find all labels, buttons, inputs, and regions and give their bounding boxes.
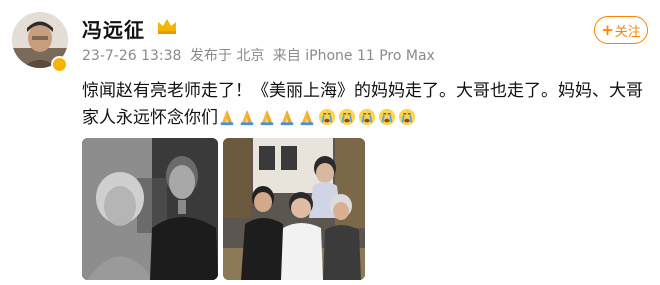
plus-icon: + <box>601 21 614 39</box>
crown-icon <box>158 19 176 34</box>
follow-button[interactable]: + 关注 <box>594 16 648 44</box>
photo-family-group <box>223 138 365 280</box>
pray-icon <box>300 109 314 126</box>
post-image-2[interactable] <box>223 138 365 280</box>
crying-face-icon <box>398 108 416 126</box>
post-location: 发布于 北京 <box>189 48 265 64</box>
pray-icon <box>280 109 294 126</box>
pray-icon <box>220 109 234 126</box>
post-body: 惊闻赵有亮老师走了！《美丽上海》的妈妈走了。大哥也走了。妈妈、大哥家人永远怀念你… <box>82 78 652 132</box>
crying-face-icon <box>338 108 356 126</box>
crying-face-icon <box>318 108 336 126</box>
pray-icon <box>240 109 254 126</box>
emoji-row <box>218 108 418 128</box>
follow-label: 关注 <box>614 24 641 40</box>
post-image-1[interactable] <box>82 138 218 280</box>
post-source: 来自 iPhone 11 Pro Max <box>272 48 435 64</box>
photo-elderly-woman-and-man <box>82 138 218 280</box>
user-name[interactable]: 冯远征 <box>82 14 145 43</box>
crying-face-icon <box>378 108 396 126</box>
verified-badge-icon <box>51 56 68 73</box>
post-timestamp[interactable]: 23-7-26 13:38 <box>82 48 181 64</box>
post-meta: 23-7-26 13:38 发布于 北京 来自 iPhone 11 Pro Ma… <box>82 45 439 65</box>
crying-face-icon <box>358 108 376 126</box>
pray-icon <box>260 109 274 126</box>
